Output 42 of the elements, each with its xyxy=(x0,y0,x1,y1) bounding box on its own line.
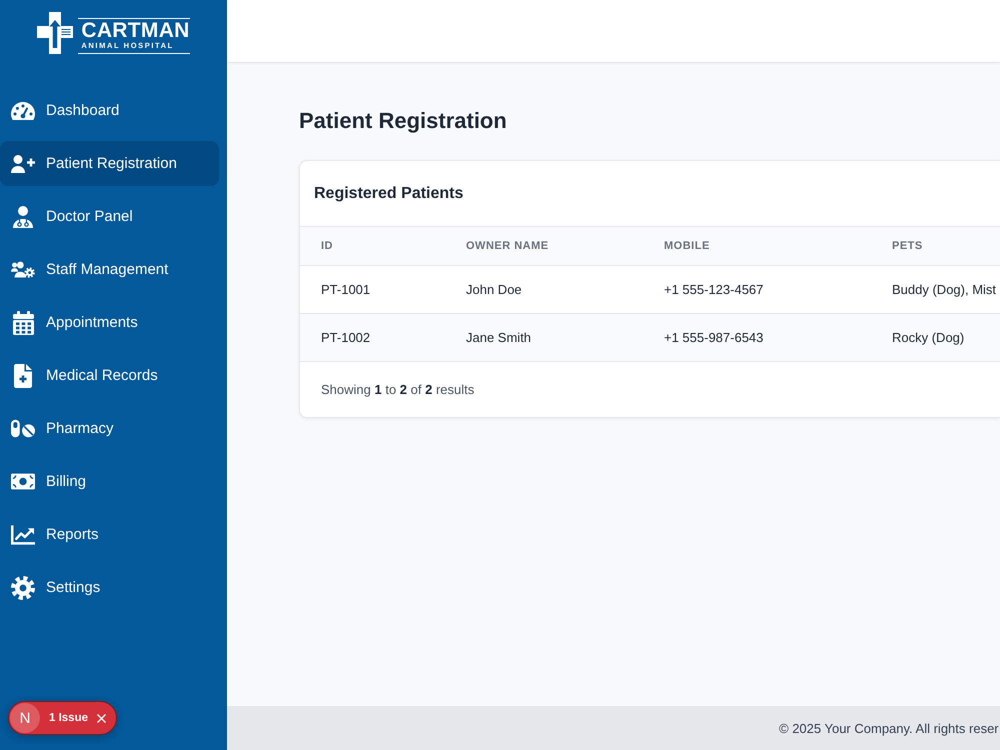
sidebar-item[interactable]: Staff Management xyxy=(0,247,219,292)
table-cell: John Doe xyxy=(466,282,522,297)
column-header: ID xyxy=(321,240,333,252)
table-cell: PT-1002 xyxy=(321,330,370,345)
file-plus-icon xyxy=(14,364,32,388)
table-cell: Jane Smith xyxy=(466,330,532,345)
sidebar-item[interactable]: Reports xyxy=(0,512,219,557)
sidebar-item[interactable]: Doctor Panel xyxy=(0,194,219,239)
line-chart-icon xyxy=(11,524,35,544)
table-cell: Rocky (Dog) xyxy=(892,330,964,345)
gauge-icon xyxy=(11,102,35,120)
settings-icon xyxy=(11,576,35,600)
logo-title: CARTMAN xyxy=(81,21,190,41)
table-cell: +1 555-987-6543 xyxy=(664,330,764,345)
sidebar-item[interactable]: Patient Registration xyxy=(0,141,219,186)
card-title: Registered Patients xyxy=(314,184,464,202)
banknote-icon xyxy=(11,473,35,490)
column-header: OWNER NAME xyxy=(466,240,549,252)
users-gear-icon xyxy=(11,260,35,279)
table-cell: +1 555-123-4567 xyxy=(664,282,764,297)
sidebar-item[interactable]: Medical Records xyxy=(0,353,219,398)
issues-button[interactable]: 1 Issue xyxy=(49,712,88,724)
close-button[interactable] xyxy=(97,714,106,722)
close-icon xyxy=(97,714,106,722)
cross-logo-icon xyxy=(37,12,74,54)
sidebar-item[interactable]: Pharmacy xyxy=(0,406,219,451)
table-cell: PT-1001 xyxy=(321,282,370,297)
user-plus-icon xyxy=(11,154,35,172)
sidebar-item[interactable]: Settings xyxy=(0,565,219,610)
pills-icon xyxy=(11,419,35,438)
column-header: PETS xyxy=(892,240,923,252)
calendar-icon xyxy=(12,310,34,334)
doctor-icon xyxy=(13,206,33,228)
letter-avatar: N xyxy=(10,703,40,733)
sidebar-item[interactable]: Dashboard xyxy=(0,88,219,133)
page-title: Patient Registration xyxy=(299,107,508,135)
sidebar-item[interactable]: Billing xyxy=(0,459,219,504)
results-summary: Showing 1 to 2 of 2 results xyxy=(321,382,474,397)
sidebar-item[interactable]: Appointments xyxy=(0,300,219,345)
table-cell: Buddy (Dog), Mist xyxy=(892,282,996,297)
column-header: MOBILE xyxy=(664,240,710,252)
copyright-text: © 2025 Your Company. All rights reser xyxy=(779,720,999,736)
